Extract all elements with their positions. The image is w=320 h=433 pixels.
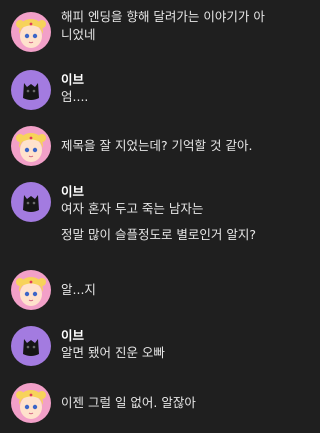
message-text-line: 이젠 그럴 일 없어. 알잖아 [61, 395, 196, 410]
girl-avatar[interactable] [11, 12, 51, 52]
girl-avatar[interactable] [11, 270, 51, 310]
message-text-line: 니었네 [61, 27, 96, 42]
sender-name: 이브 [61, 72, 85, 87]
girl-avatar[interactable] [11, 126, 51, 166]
chat-log: 해피 엔딩을 향해 달려가는 이야기가 아 니었네 이브 엄.... 제목을 잘… [0, 0, 303, 433]
eve-avatar[interactable] [11, 182, 51, 222]
girl-avatar[interactable] [11, 383, 51, 423]
sender-name: 이브 [61, 328, 85, 343]
sender-name: 이브 [61, 184, 85, 199]
message-text-line: 여자 혼자 두고 죽는 남자는 [61, 201, 204, 216]
message-text-line: 알면 됐어 진운 오빠 [61, 345, 165, 360]
message-text-line: 엄.... [61, 89, 89, 104]
message-text-line: 제목을 잘 지었는데? 기억할 것 같아. [61, 138, 253, 153]
message-text-line: 해피 엔딩을 향해 달려가는 이야기가 아 [61, 9, 265, 24]
eve-avatar[interactable] [11, 326, 51, 366]
message-text-line: 알...지 [61, 282, 96, 297]
eve-avatar[interactable] [11, 70, 51, 110]
message-text-line: 정말 많이 슬플정도로 별로인거 알지? [61, 227, 257, 242]
